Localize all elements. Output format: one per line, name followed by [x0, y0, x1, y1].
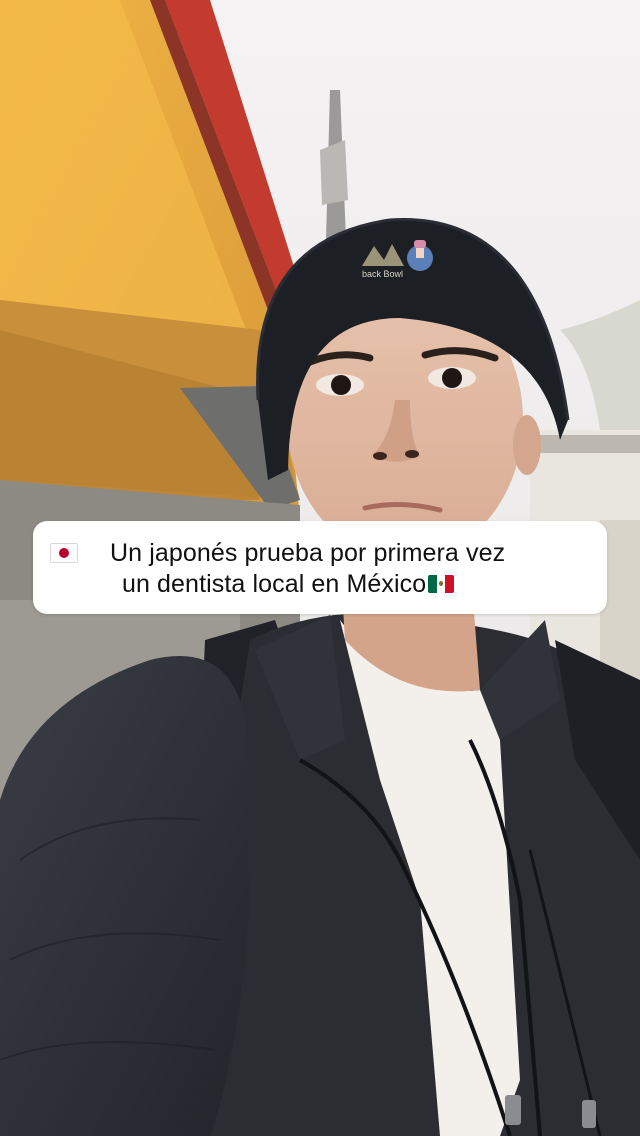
mexico-flag-icon	[428, 575, 455, 593]
caption-line-1: Un japonés prueba por primera vez	[110, 539, 506, 567]
beanie-logo-text: back Bowl	[362, 269, 403, 279]
japan-flag-icon	[50, 543, 78, 563]
caption-line-2-text: un dentista local en México	[122, 570, 427, 598]
caption-line-2: un dentista local en México	[122, 569, 455, 599]
